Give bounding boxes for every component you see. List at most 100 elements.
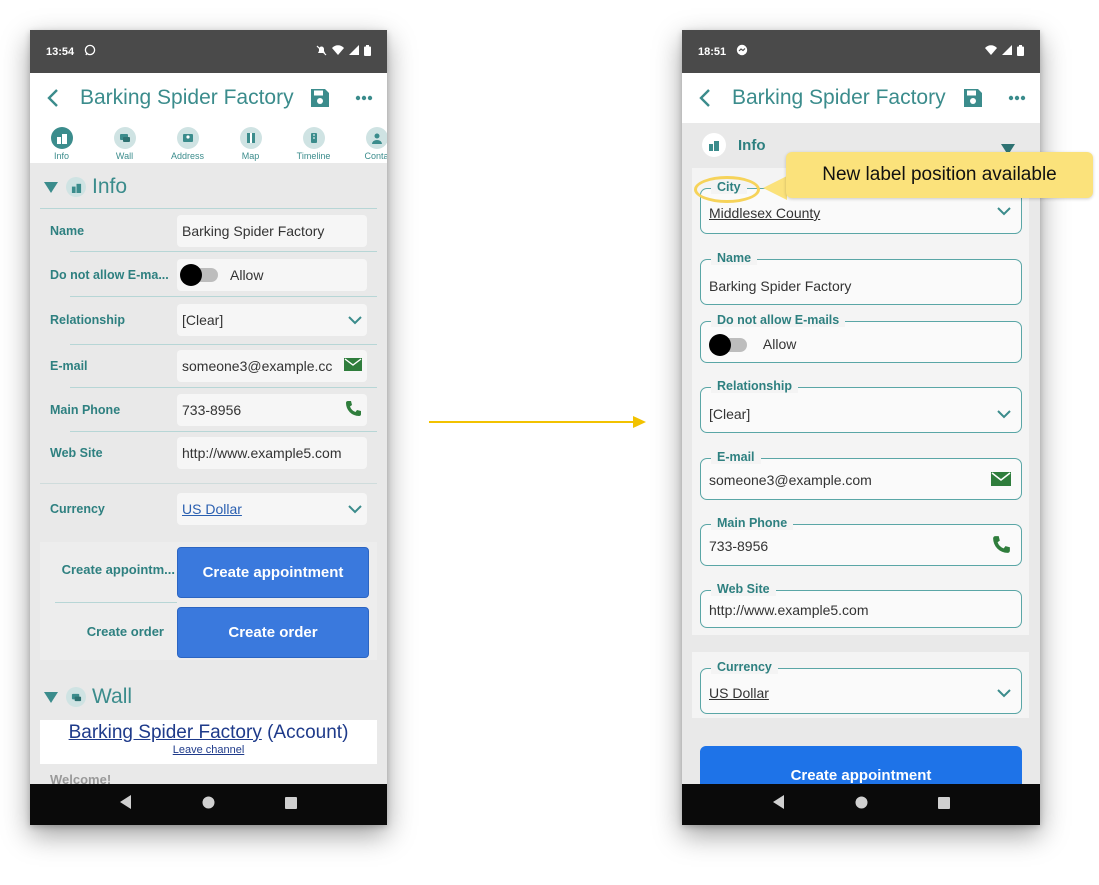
city-link[interactable]: Middlesex County [709, 205, 820, 221]
phone-icon[interactable] [992, 535, 1011, 559]
save-icon[interactable] [307, 85, 333, 111]
toggle-label: Allow [762, 336, 797, 352]
toggle-switch[interactable] [180, 264, 218, 286]
relationship-row: Relationship [Clear] [40, 304, 377, 336]
currency-link[interactable]: US Dollar [709, 685, 769, 701]
website-field[interactable]: Web Site http://www.example5.com [700, 582, 1022, 628]
callout-pointer [763, 176, 787, 200]
nav-home-icon[interactable] [202, 796, 215, 814]
name-input[interactable]: Barking Spider Factory [177, 215, 367, 247]
phone-value: 733-8956 [709, 538, 769, 554]
divider [55, 602, 177, 603]
email-value: someone3@example.cc [182, 358, 333, 374]
phone-field[interactable]: Main Phone 733-8956 [700, 516, 1022, 566]
field-label: Relationship [711, 379, 799, 393]
map-icon [239, 127, 262, 149]
app-bar: Barking Spider Factory [30, 73, 387, 123]
chevron-down-icon[interactable] [997, 203, 1011, 221]
tab-info[interactable]: Info [30, 123, 93, 163]
field-label: Main Phone [711, 516, 794, 530]
name-field[interactable]: Name Barking Spider Factory [700, 251, 1022, 305]
create-order-button[interactable]: Create order [177, 607, 369, 658]
toggle-switch[interactable] [709, 334, 747, 357]
name-row: Name Barking Spider Factory [40, 215, 377, 247]
info-section-header[interactable]: Info [702, 133, 766, 157]
transition-arrow-line [429, 421, 635, 423]
email-input[interactable]: someone3@example.cc [177, 350, 367, 382]
info-section-header[interactable]: Info [44, 175, 127, 199]
back-arrow-icon[interactable] [40, 85, 66, 111]
transition-arrow-icon [633, 416, 646, 428]
phone-icon[interactable] [345, 400, 362, 420]
wifi-icon [332, 45, 344, 58]
messenger-icon [736, 44, 748, 59]
nav-home-icon[interactable] [855, 796, 868, 814]
phone-input[interactable]: 733-8956 [177, 394, 367, 426]
tab-timeline[interactable]: Timeline [282, 123, 345, 163]
tab-map[interactable]: Map [219, 123, 282, 163]
currency-link[interactable]: US Dollar [182, 501, 348, 517]
nav-back-icon[interactable] [772, 795, 785, 814]
website-row: Web Site http://www.example5.com [40, 437, 377, 469]
field-label: Name [50, 224, 85, 238]
mail-icon[interactable] [344, 358, 362, 374]
status-time: 18:51 [698, 45, 727, 58]
currency-field[interactable]: Currency US Dollar [700, 660, 1022, 714]
tab-contacts[interactable]: Conta [345, 123, 387, 163]
mail-icon[interactable] [991, 472, 1011, 491]
nav-back-icon[interactable] [120, 795, 132, 814]
wall-section-header[interactable]: Wall [44, 685, 132, 709]
email-optout-field[interactable]: Do not allow E-mails Allow [700, 313, 1022, 363]
back-arrow-icon[interactable] [692, 85, 718, 111]
account-link[interactable]: Barking Spider Factory [69, 722, 262, 743]
building-icon [702, 133, 726, 157]
currency-select[interactable]: US Dollar [177, 493, 367, 525]
action-label: Create appointm... [61, 562, 175, 577]
create-appointment-button[interactable]: Create appointment [177, 547, 369, 598]
status-bar: 13:54 [30, 30, 387, 73]
chevron-down-icon[interactable] [997, 685, 1011, 703]
tab-address[interactable]: Address [156, 123, 219, 163]
relationship-value: [Clear] [709, 406, 751, 422]
divider [40, 483, 377, 484]
tab-label: Wall [115, 151, 134, 161]
section-title: Info [92, 175, 128, 198]
email-value: someone3@example.com [709, 472, 872, 488]
section-title: Info [738, 136, 766, 154]
field-label: Do not allow E-mails [711, 313, 846, 327]
field-label: Currency [50, 502, 105, 516]
divider [70, 431, 377, 432]
contact-card-icon [176, 127, 199, 149]
more-options-icon[interactable] [1004, 85, 1030, 111]
android-nav-bar [682, 784, 1040, 825]
app-bar: Barking Spider Factory [682, 73, 1040, 123]
divider [70, 387, 377, 388]
chevron-down-icon[interactable] [997, 406, 1011, 424]
website-input[interactable]: http://www.example5.com [177, 437, 367, 469]
phone-value: 733-8956 [182, 402, 242, 418]
email-row: E-mail someone3@example.cc [40, 350, 377, 382]
leave-channel-link[interactable]: Leave channel [40, 744, 377, 756]
tab-strip: Info Wall Address Map Timeline Conta [30, 123, 387, 163]
website-value: http://www.example5.com [709, 602, 869, 618]
relationship-field[interactable]: Relationship [Clear] [700, 379, 1022, 433]
save-icon[interactable] [960, 85, 986, 111]
currency-row: Currency US Dollar [40, 493, 377, 525]
whatsapp-icon [84, 44, 96, 59]
tab-label: Map [241, 151, 260, 161]
nav-recents-icon[interactable] [285, 796, 297, 814]
highlight-ellipse [694, 176, 760, 203]
more-options-icon[interactable] [351, 85, 377, 111]
tab-label: Timeline [296, 151, 331, 161]
page-title: Barking Spider Factory [732, 86, 946, 109]
field-label: Web Site [50, 446, 103, 460]
actions-card: Create appointm... Create appointment Cr… [40, 542, 377, 660]
tab-wall[interactable]: Wall [93, 123, 156, 163]
email-field[interactable]: E-mail someone3@example.com [700, 450, 1022, 500]
email-optout-toggle[interactable]: Allow [177, 259, 367, 291]
relationship-select[interactable]: [Clear] [177, 304, 367, 336]
divider [70, 344, 377, 345]
nav-recents-icon[interactable] [937, 796, 950, 814]
chat-icon [113, 127, 136, 149]
signal-icon [1002, 45, 1012, 58]
